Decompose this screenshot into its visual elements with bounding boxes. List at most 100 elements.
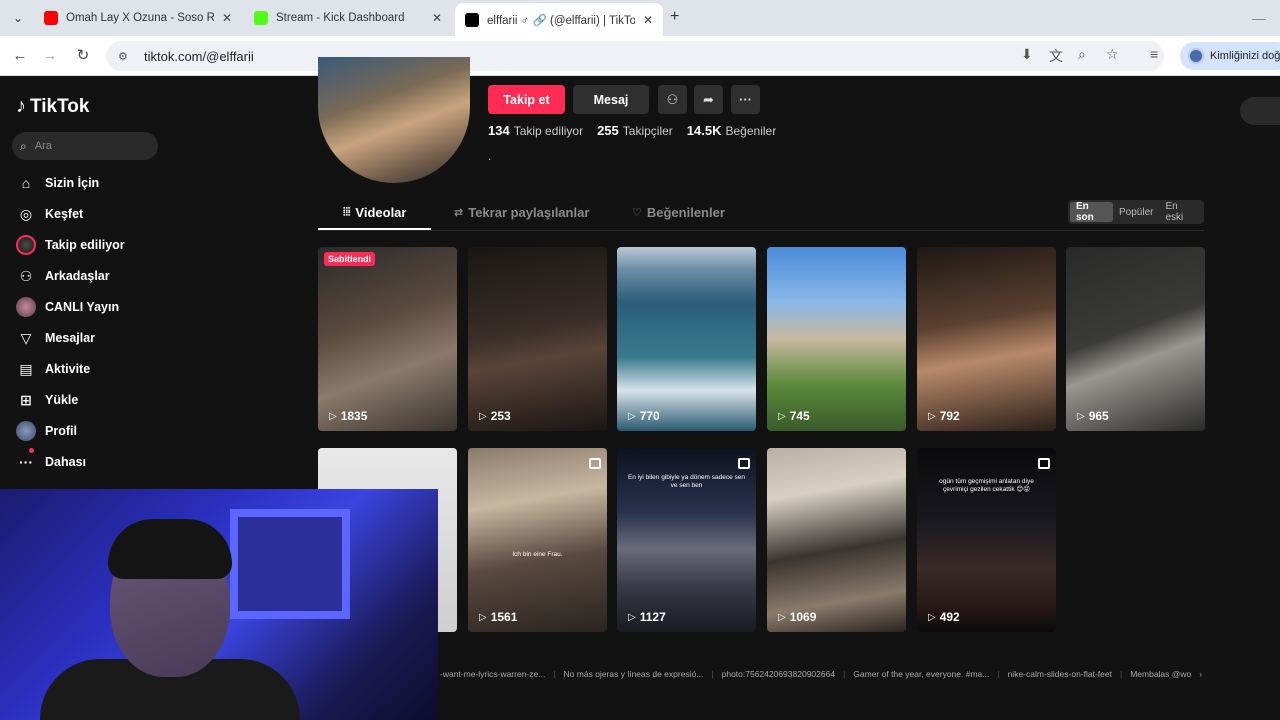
translate-icon[interactable]: 文 (1049, 46, 1063, 66)
play-icon: ▷ (928, 410, 936, 422)
likes-count: 14.5K (686, 123, 722, 138)
browser-profile-button[interactable]: Kimliğinizi doğr (1180, 42, 1280, 70)
following-label: Takip ediliyor (513, 124, 584, 138)
video-card[interactable]: Sabitlendi ▷ 1835 (318, 247, 457, 431)
close-icon[interactable]: ✕ (432, 11, 442, 25)
sidebar-item-activity[interactable]: ▤ Aktivite (16, 358, 90, 380)
video-card[interactable]: ogün tüm geçmişimi anlatan diye çevrimiç… (917, 448, 1056, 632)
likes-stat: 14.5K Beğeniler (687, 123, 776, 138)
tag-link[interactable]: Gamer of the year, everyone. #ma... (853, 669, 989, 679)
reload-icon[interactable]: ↻ (73, 46, 93, 66)
video-card[interactable]: En iyi bilen gibiyle ya dönem sadece sen… (617, 448, 756, 632)
sidebar-item-messages[interactable]: ▽ Mesajlar (16, 327, 95, 349)
play-icon: ▷ (628, 611, 636, 623)
video-card[interactable]: ▷ 1069 (767, 448, 906, 632)
following-stat[interactable]: 134 Takip ediliyor (488, 123, 583, 138)
video-card[interactable]: ▷ 770 (617, 247, 756, 431)
video-caption: En iyi bilen gibiyle ya dönem sadece sen… (627, 474, 746, 490)
sidebar-item-explore[interactable]: ◎ Keşfet (16, 203, 83, 225)
following-avatar (16, 235, 36, 255)
site-info-icon[interactable]: ⚙ (118, 50, 134, 63)
video-card[interactable]: Ich bin eine Frau. ▷ 1561 (468, 448, 607, 632)
zoom-icon[interactable]: ⌕ (1078, 46, 1086, 63)
profile-bio: . (488, 149, 492, 163)
tiktok-logo[interactable]: ♪ TikTok (16, 95, 89, 118)
friends-icon: ⚇ (19, 267, 33, 284)
share-icon[interactable]: ➦ (694, 85, 723, 114)
media-queue-icon[interactable]: ≡ (1150, 46, 1158, 62)
play-icon: ▷ (778, 410, 786, 422)
profile-avatar (16, 421, 36, 441)
side-controls[interactable] (1240, 97, 1280, 125)
grid-icon: ⦙⦙⦙ (343, 206, 351, 218)
message-button[interactable]: Mesaj (573, 85, 649, 114)
streamer-hair (108, 519, 232, 579)
tag-link[interactable]: No más ojeras y líneas de expresió... (564, 669, 704, 679)
tab-underline (318, 228, 431, 230)
url-field[interactable]: ⚙ tiktok.com/@elffarii (106, 41, 1164, 71)
view-count: ▷ 745 (778, 409, 810, 423)
tab-liked[interactable]: ♡ Beğenilenler (632, 205, 725, 220)
more-options-icon[interactable]: ··· (731, 85, 760, 114)
follow-button[interactable]: Takip et (488, 85, 565, 114)
view-count: ▷ 1561 (479, 610, 518, 624)
browser-tab-bar: ⌄ Omah Lay X Ozuna - Soso Remi ✕ Stream … (0, 0, 1280, 36)
sidebar-item-live[interactable]: CANLI Yayın (16, 296, 119, 318)
view-count: ▷ 792 (928, 409, 960, 423)
tab-videos[interactable]: ⦙⦙⦙ Videolar (343, 205, 406, 220)
browser-tab-tiktok[interactable]: elffarii ♂ 🔗 (@elffarii) | TikTok ✕ (455, 3, 663, 36)
sidebar-item-label: Keşfet (45, 207, 84, 221)
browser-tab-youtube[interactable]: Omah Lay X Ozuna - Soso Remi ✕ (34, 4, 242, 32)
upload-icon: ⊞ (20, 391, 32, 408)
sidebar-item-label: Takip ediliyor (45, 238, 125, 252)
play-icon: ▷ (479, 611, 487, 623)
compass-icon: ◎ (19, 205, 33, 222)
tab-title: Omah Lay X Ozuna - Soso Remi (66, 12, 214, 24)
tag-link[interactable]: -want-me-lyrics-warren-ze... (440, 669, 545, 679)
sort-oldest[interactable]: En eski (1159, 201, 1202, 223)
forward-icon[interactable]: → (40, 46, 60, 66)
tag-link[interactable]: Membalas @wo (1130, 669, 1191, 679)
video-card[interactable]: ▷ 965 (1066, 247, 1205, 431)
minimize-icon[interactable]: — (1252, 10, 1266, 26)
photo-carousel-icon (738, 458, 750, 469)
view-count: ▷ 1069 (778, 610, 817, 624)
tag-link[interactable]: photo:7562420693820902664 (722, 669, 835, 679)
install-icon[interactable]: ⬇ (1021, 46, 1033, 63)
sidebar-item-upload[interactable]: ⊞ Yükle (16, 389, 78, 411)
close-icon[interactable]: ✕ (643, 13, 653, 27)
add-friend-icon[interactable]: ⚇ (658, 85, 687, 114)
bookmark-star-icon[interactable]: ☆ (1106, 46, 1119, 63)
sidebar-item-label: Yükle (45, 393, 79, 407)
tag-link[interactable]: nike-calm-slides-on-flat-feet (1008, 669, 1112, 679)
video-card[interactable]: ▷ 253 (468, 247, 607, 431)
close-icon[interactable]: ✕ (222, 11, 232, 25)
sort-popular[interactable]: Popüler (1113, 202, 1159, 222)
notification-dot (29, 448, 34, 453)
tab-reposts[interactable]: ⇄ Tekrar paylaşılanlar (454, 205, 589, 220)
back-icon[interactable]: ← (10, 46, 30, 66)
sidebar-item-following[interactable]: Takip ediliyor (16, 234, 125, 256)
view-count: ▷ 770 (628, 409, 660, 423)
sidebar-item-more[interactable]: ··· Dahası (16, 448, 86, 473)
tab-label: Videolar (355, 205, 407, 220)
tab-title: elffarii ♂ 🔗 (@elffarii) | TikTok (487, 14, 635, 27)
sidebar-item-label: Profil (45, 424, 77, 438)
sidebar-item-for-you[interactable]: ⌂ Sizin İçin (16, 172, 99, 194)
followers-stat[interactable]: 255 Takipçiler (597, 123, 673, 138)
new-tab-icon[interactable]: + (670, 8, 679, 26)
sort-latest[interactable]: En son (1070, 201, 1114, 223)
video-card[interactable]: ▷ 745 (767, 247, 906, 431)
tiktok-note-icon: ♪ (16, 95, 26, 117)
view-count: ▷ 492 (928, 610, 960, 624)
browser-tab-kick[interactable]: Stream - Kick Dashboard ✕ (244, 4, 452, 32)
profile-picture (318, 57, 470, 183)
background-window (230, 509, 350, 619)
chevron-right-icon[interactable]: › (1199, 669, 1202, 679)
video-card[interactable]: ▷ 792 (917, 247, 1056, 431)
sidebar-item-friends[interactable]: ⚇ Arkadaşlar (16, 265, 110, 287)
search-input[interactable]: ⌕ Ara (12, 132, 158, 160)
sidebar-item-profile[interactable]: Profil (16, 420, 77, 442)
following-count: 134 (488, 123, 510, 138)
tab-search-icon[interactable]: ⌄ (8, 8, 28, 28)
